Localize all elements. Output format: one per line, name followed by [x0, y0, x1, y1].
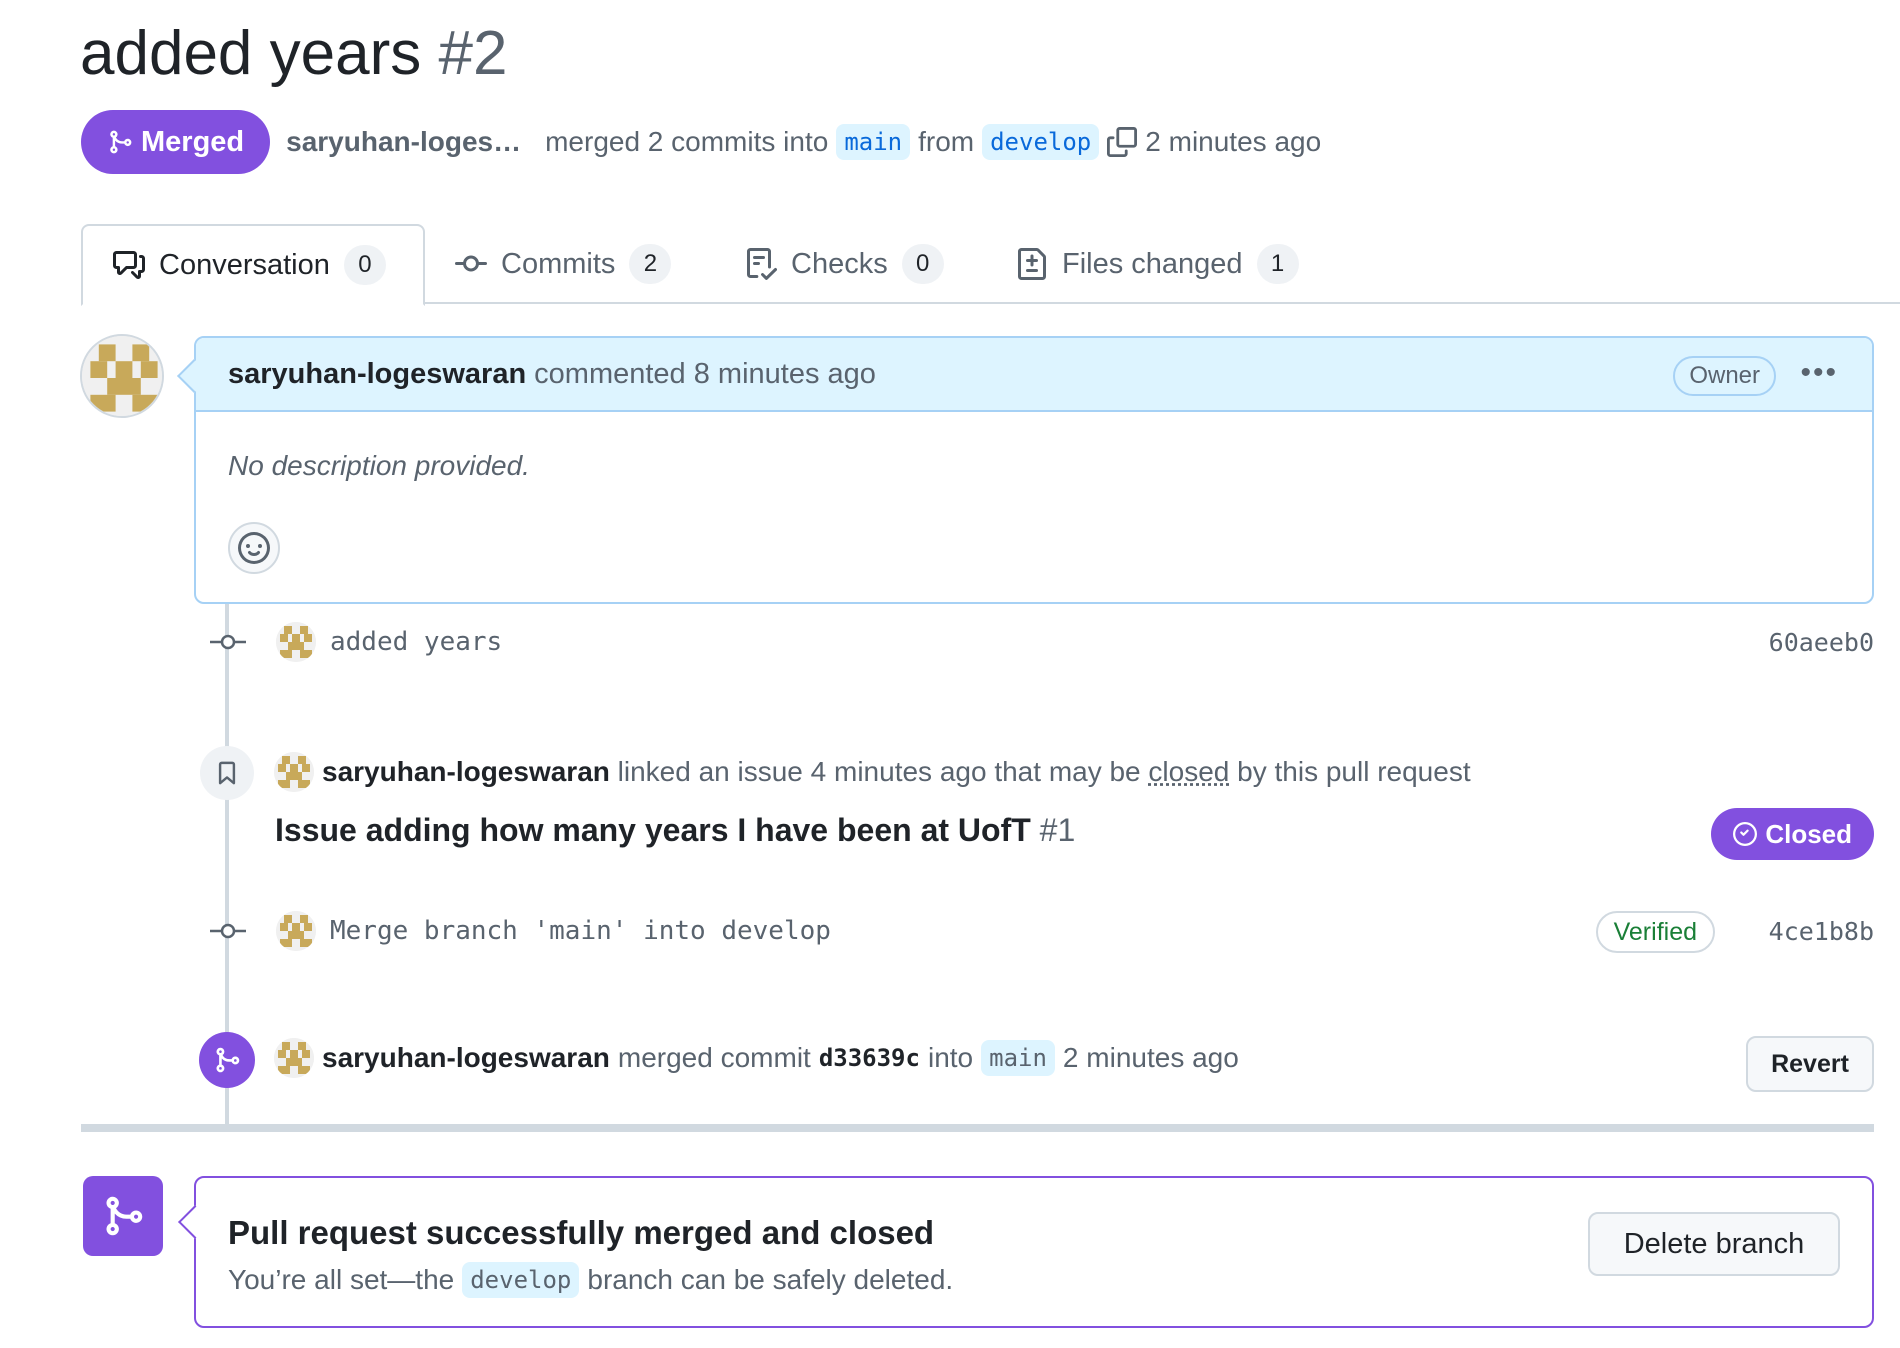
merged-sub-1: You’re all set—the [228, 1264, 455, 1295]
merged-status-subtitle: You’re all set—the develop branch can be… [228, 1262, 953, 1298]
file-diff-icon [1018, 248, 1046, 280]
tab-files-changed-label: Files changed [1062, 247, 1243, 280]
merger-name-link[interactable]: saryuhan-logeswaran [322, 1042, 610, 1074]
tab-commits[interactable]: Commits 2 [425, 224, 701, 304]
commit-author-avatar[interactable] [276, 911, 316, 951]
merge-text-1: merged commit [617, 1042, 811, 1073]
pr-description-comment: saryuhan-logeswaran commented 8 minutes … [177, 336, 1874, 604]
merge-text: merged 2 commits into [545, 126, 829, 157]
issue-number: #1 [1039, 812, 1076, 848]
merged-box-pointer [178, 1205, 212, 1239]
tab-commits-count: 2 [629, 244, 672, 284]
commit-message-link[interactable]: added years [330, 627, 502, 657]
linked-text-2: by this pull request [1237, 756, 1471, 787]
tab-commits-label: Commits [501, 247, 616, 280]
pr-meta: Merged saryuhan-loges… merged 2 commits … [81, 110, 1321, 174]
merged-status-box: Pull request successfully merged and clo… [178, 1176, 1874, 1328]
comment-discussion-icon [113, 251, 145, 279]
merge-time: 2 minutes ago [1062, 1042, 1239, 1073]
git-commit-icon [455, 255, 487, 272]
linked-issue-event: saryuhan-logeswaran linked an issue 4 mi… [274, 752, 1471, 792]
verified-badge[interactable]: Verified [1595, 911, 1715, 953]
copy-icon[interactable] [1107, 127, 1138, 157]
from-text: from [918, 126, 975, 157]
tab-checks-count: 0 [901, 244, 944, 284]
kebab-horizontal-icon[interactable]: ••• [1800, 356, 1838, 390]
merged-status-title: Pull request successfully merged and clo… [228, 1214, 935, 1251]
issue-closed-badge: Closed [1711, 808, 1874, 860]
comment-action: commented 8 minutes ago [534, 357, 876, 390]
bookmark-icon [200, 746, 254, 800]
owner-badge: Owner [1673, 356, 1776, 396]
git-merge-icon [199, 1032, 255, 1088]
merged-state-badge: Merged [81, 110, 271, 174]
pr-author-link[interactable]: saryuhan-loges… [286, 126, 521, 158]
linked-issue-text: saryuhan-logeswaran linked an issue 4 mi… [322, 756, 1471, 788]
merger-avatar[interactable] [274, 1038, 314, 1078]
merge-text-2: into [927, 1042, 974, 1073]
git-commit-icon [210, 634, 246, 650]
linker-name-link[interactable]: saryuhan-logeswaran [322, 756, 610, 787]
issue-closed-icon [1733, 822, 1758, 846]
linked-text-1: linked an issue 4 minutes ago that may b… [617, 756, 1141, 787]
tab-checks-label: Checks [791, 247, 888, 280]
tab-conversation-count: 0 [343, 245, 386, 285]
merge-commit-sha-link[interactable]: d33639c [819, 1044, 920, 1072]
revert-button[interactable]: Revert [1746, 1036, 1874, 1092]
git-merge-icon [83, 1176, 163, 1256]
linker-avatar[interactable] [274, 752, 314, 792]
pr-tabs: Conversation 0 Commits 2 Checks 0 Files … [81, 224, 1900, 306]
pr-title-text: added years [80, 19, 422, 88]
tab-conversation[interactable]: Conversation 0 [81, 224, 425, 306]
identicon [82, 336, 162, 416]
comment-author-link[interactable]: saryuhan-logeswaran [228, 358, 526, 391]
commit-sha-link[interactable]: 60aeeb0 [1769, 628, 1874, 657]
timeline-commit-row: Merge branch 'main' into develop [276, 911, 831, 951]
merged-sub-2: branch can be safely deleted. [587, 1264, 954, 1295]
base-branch[interactable]: main [836, 124, 911, 160]
author-avatar[interactable] [80, 334, 164, 418]
issue-state-label: Closed [1765, 818, 1852, 849]
deletable-branch[interactable]: develop [462, 1262, 580, 1298]
commit-author-avatar[interactable] [276, 622, 316, 662]
add-reaction-button[interactable] [228, 522, 280, 574]
tab-checks[interactable]: Checks 0 [715, 224, 974, 304]
linked-issue-title-link[interactable]: Issue adding how many years I have been … [275, 812, 1075, 849]
tab-files-changed-count: 1 [1256, 244, 1299, 284]
merge-target-branch[interactable]: main [981, 1040, 1055, 1076]
pr-time: 2 minutes ago [1145, 126, 1322, 157]
git-merge-icon [110, 130, 132, 154]
timeline-commit-row: added years [276, 622, 502, 662]
issue-title-text: Issue adding how many years I have been … [275, 812, 1031, 848]
checklist-icon [747, 248, 777, 280]
merge-event-text: saryuhan-logeswaran merged commit d33639… [322, 1040, 1239, 1076]
pr-number: #2 [438, 19, 508, 88]
comment-body: No description provided. [228, 450, 530, 481]
pr-title: added years #2 [80, 18, 507, 89]
merge-event: saryuhan-logeswaran merged commit d33639… [274, 1038, 1239, 1078]
comment-header: saryuhan-logeswaran commented 8 minutes … [196, 338, 1872, 412]
delete-branch-button[interactable]: Delete branch [1588, 1212, 1840, 1276]
smiley-icon [238, 532, 270, 564]
head-branch[interactable]: develop [982, 124, 1100, 160]
tab-conversation-label: Conversation [159, 248, 330, 281]
closed-word: closed [1148, 756, 1230, 787]
merged-state-label: Merged [141, 125, 245, 158]
tab-files-changed[interactable]: Files changed 1 [986, 224, 1329, 304]
commit-message-link[interactable]: Merge branch 'main' into develop [330, 916, 831, 946]
commit-sha-link[interactable]: 4ce1b8b [1769, 917, 1874, 946]
git-commit-icon [210, 923, 246, 939]
timeline-divider [81, 1124, 1874, 1132]
